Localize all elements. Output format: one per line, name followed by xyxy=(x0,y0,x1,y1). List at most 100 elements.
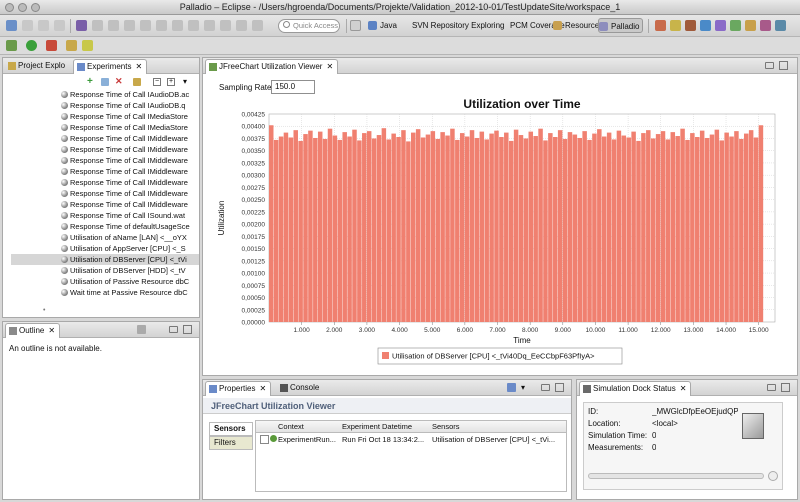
bar[interactable] xyxy=(650,138,656,322)
bar[interactable] xyxy=(484,139,489,322)
bar[interactable] xyxy=(513,129,519,322)
tool-icon[interactable] xyxy=(172,20,183,31)
bar[interactable] xyxy=(680,128,685,322)
new-experiment-icon[interactable] xyxy=(101,78,109,86)
bar[interactable] xyxy=(748,130,754,322)
close-icon[interactable]: ✕ xyxy=(680,384,687,393)
bar[interactable] xyxy=(459,133,465,322)
tool-icon[interactable] xyxy=(715,20,726,31)
bar[interactable] xyxy=(739,138,744,322)
bar[interactable] xyxy=(313,137,318,322)
bar[interactable] xyxy=(734,131,739,322)
bar[interactable] xyxy=(567,132,573,322)
tool-icon[interactable] xyxy=(188,20,199,31)
tree-item[interactable]: Response Time of Call ISound.wat xyxy=(61,210,199,221)
bar[interactable] xyxy=(675,136,680,322)
side-tab-sensors[interactable]: Sensors xyxy=(209,422,253,436)
bar[interactable] xyxy=(665,139,671,322)
bar[interactable] xyxy=(362,133,367,322)
close-icon[interactable]: ✕ xyxy=(326,62,333,71)
bar[interactable] xyxy=(479,131,485,322)
minimize-window-button[interactable] xyxy=(18,3,27,12)
bar[interactable] xyxy=(646,130,651,322)
bar[interactable] xyxy=(396,137,401,322)
bar[interactable] xyxy=(572,134,578,322)
tool-icon[interactable] xyxy=(775,20,786,31)
tree-item[interactable]: Response Time of Call IAudioDB.ac xyxy=(61,89,199,100)
bar[interactable] xyxy=(440,132,445,322)
bar[interactable] xyxy=(606,132,612,322)
tool-icon[interactable] xyxy=(156,20,167,31)
tree-item[interactable]: Response Time of Call IMiddleware xyxy=(61,188,199,199)
bar[interactable] xyxy=(655,134,661,322)
bar[interactable] xyxy=(616,130,622,322)
maximize-icon[interactable] xyxy=(781,383,790,392)
bar[interactable] xyxy=(695,137,700,322)
bar[interactable] xyxy=(504,132,509,322)
tool-icon[interactable] xyxy=(204,20,215,31)
side-tab-filters[interactable]: Filters xyxy=(209,436,253,450)
column-header-context[interactable]: Context xyxy=(278,421,304,432)
bar[interactable] xyxy=(601,136,607,322)
bar[interactable] xyxy=(538,128,543,322)
bar[interactable] xyxy=(357,140,362,322)
bar[interactable] xyxy=(391,133,396,322)
bar[interactable] xyxy=(494,130,499,322)
tool-icon[interactable] xyxy=(745,20,756,31)
bar[interactable] xyxy=(729,136,734,322)
refresh-icon[interactable] xyxy=(133,78,141,86)
perspective-resource[interactable]: Resource xyxy=(553,18,599,33)
bar[interactable] xyxy=(303,134,308,322)
bar[interactable] xyxy=(724,132,729,322)
bar[interactable] xyxy=(714,129,720,322)
bar[interactable] xyxy=(631,131,636,322)
bar[interactable] xyxy=(621,135,627,322)
open-perspective-icon[interactable] xyxy=(350,20,361,31)
bar[interactable] xyxy=(582,131,587,322)
tool-icon[interactable] xyxy=(760,20,771,31)
bar[interactable] xyxy=(626,137,631,322)
tool-icon[interactable] xyxy=(236,20,247,31)
bar[interactable] xyxy=(597,129,602,322)
sampling-rate-input[interactable]: 150.0 xyxy=(271,80,315,94)
tree-item[interactable]: Utilisation of AppServer [CPU] <_S xyxy=(61,243,199,254)
bar[interactable] xyxy=(420,137,426,322)
column-header-sensors[interactable]: Sensors xyxy=(432,421,460,432)
tree-item[interactable]: Response Time of defaultUsageSce xyxy=(61,221,199,232)
bar[interactable] xyxy=(743,133,749,322)
bar[interactable] xyxy=(543,140,548,322)
tab-properties[interactable]: Properties ✕ xyxy=(205,381,272,396)
bar[interactable] xyxy=(425,134,431,322)
bar[interactable] xyxy=(322,138,328,322)
bar[interactable] xyxy=(293,130,298,322)
bar[interactable] xyxy=(332,135,338,322)
bar[interactable] xyxy=(548,133,553,322)
external-tools-icon[interactable] xyxy=(46,40,57,51)
minimize-icon[interactable] xyxy=(767,384,776,391)
tool-icon[interactable] xyxy=(140,20,151,31)
bar[interactable] xyxy=(381,128,387,322)
tree-item[interactable]: Response Time of Call IAudioDB.q xyxy=(61,100,199,111)
row-checkbox[interactable] xyxy=(260,435,269,444)
bar[interactable] xyxy=(347,136,352,322)
bar[interactable] xyxy=(317,131,323,322)
tree-item[interactable]: Response Time of Call IMiddleware xyxy=(61,133,199,144)
print-icon[interactable] xyxy=(54,20,65,31)
bar[interactable] xyxy=(499,137,504,322)
bar[interactable] xyxy=(587,139,592,322)
bar[interactable] xyxy=(298,140,303,322)
folder-icon[interactable] xyxy=(66,40,77,51)
perspective-java[interactable]: Java xyxy=(368,18,397,33)
bar[interactable] xyxy=(278,136,284,322)
maximize-icon[interactable] xyxy=(555,383,564,392)
edit-icon[interactable] xyxy=(82,40,93,51)
bar[interactable] xyxy=(435,138,440,322)
bar[interactable] xyxy=(352,129,357,322)
tool-icon[interactable] xyxy=(655,20,666,31)
tree-item[interactable]: Response Time of Call IMiddleware xyxy=(61,199,199,210)
bar[interactable] xyxy=(445,135,450,322)
bar[interactable] xyxy=(342,132,347,322)
tree-item[interactable]: Utilisation of DBServer [HDD] <_tV xyxy=(61,265,199,276)
bar[interactable] xyxy=(518,135,524,322)
perspective-svn[interactable]: SVN Repository Exploring xyxy=(400,18,504,33)
